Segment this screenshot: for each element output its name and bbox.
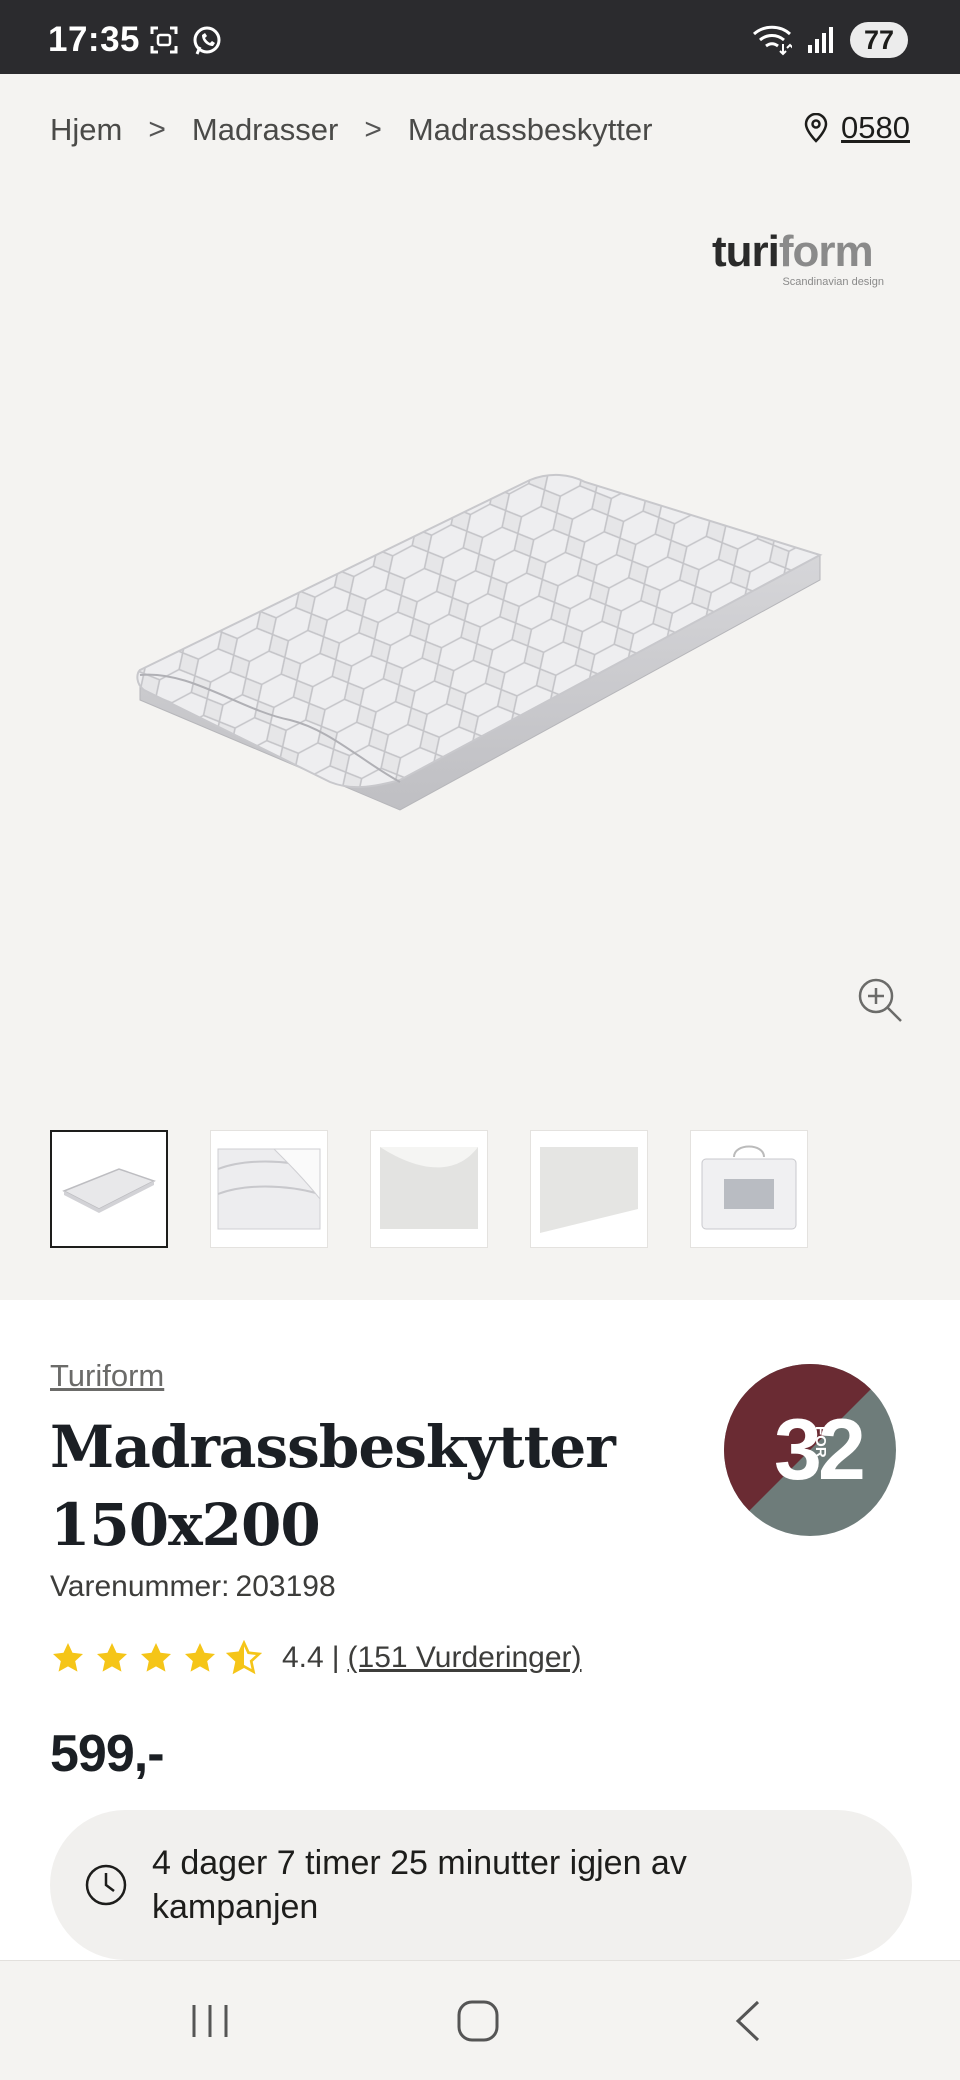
rating-divider: | <box>331 1641 340 1674</box>
brand-logo-tagline: Scandinavian design <box>782 276 884 288</box>
recent-apps-button[interactable] <box>180 1991 240 2051</box>
sku-label: Varenummer: <box>50 1570 230 1603</box>
sku: Varenummer: 203198 <box>50 1570 336 1604</box>
rating-value: 4.4 <box>282 1641 324 1674</box>
recent-apps-icon <box>192 2005 228 2037</box>
status-icons-right: 77 <box>752 22 908 58</box>
star-icon <box>97 1643 127 1672</box>
promo-big-right: 2 <box>818 1402 866 1498</box>
breadcrumb-current[interactable]: Madrassbeskytter <box>408 112 653 148</box>
breadcrumb-home[interactable]: Hjem <box>50 112 122 148</box>
home-button[interactable] <box>448 1991 508 2051</box>
thumbnail-5[interactable] <box>690 1130 808 1248</box>
whatsapp-icon <box>193 26 221 55</box>
status-bar: 17:35 77 <box>0 0 960 74</box>
thumbnail-3[interactable] <box>370 1130 488 1248</box>
rating-stars <box>50 1640 262 1676</box>
product-title: Madrassbeskytter 150x200 <box>50 1413 616 1559</box>
home-icon <box>457 2000 499 2042</box>
thumbnail-4[interactable] <box>530 1130 648 1248</box>
status-time: 17:35 <box>48 20 141 59</box>
breadcrumb-separator: > <box>364 113 382 146</box>
star-half-icon <box>226 1640 262 1675</box>
thumbnail-package-image <box>701 1145 797 1230</box>
store-selector[interactable]: 0580 <box>803 110 910 146</box>
sku-value: 203198 <box>235 1570 336 1603</box>
thumbnail-2[interactable] <box>210 1130 328 1248</box>
price: 599,- <box>50 1725 165 1783</box>
campaign-countdown: 4 dager 7 timer 25 minutter igjen av kam… <box>50 1810 912 1960</box>
product-info-panel: Turiform Madrassbeskytter 150x200 Varenu… <box>0 1300 960 1960</box>
android-nav-bar <box>0 1960 960 2080</box>
clock-icon <box>85 1864 127 1906</box>
back-icon <box>735 2000 760 2042</box>
promo-badge-3-for-2: 3 FOR 2 <box>724 1364 896 1536</box>
status-icons-left <box>148 24 224 58</box>
thumbnail-detail-image <box>217 1148 321 1230</box>
back-button[interactable] <box>718 1991 778 2051</box>
store-code[interactable]: 0580 <box>841 110 910 146</box>
thumbnail-mattress-image <box>62 1168 156 1213</box>
screenshot-icon <box>150 26 178 54</box>
zoom-in-icon[interactable] <box>856 976 904 1024</box>
brand-link[interactable]: Turiform <box>50 1358 164 1394</box>
thumbnail-1[interactable] <box>50 1130 168 1248</box>
reviews-link[interactable]: (151 Vurderinger) <box>348 1641 582 1675</box>
battery-indicator: 77 <box>850 22 908 58</box>
brand-logo: turiform Scandinavian design <box>712 227 892 289</box>
thumbnail-fabric-image <box>540 1147 638 1233</box>
star-icon <box>185 1643 215 1672</box>
thumbnail-corner-image <box>380 1147 478 1229</box>
star-icon <box>141 1643 171 1672</box>
breadcrumb-separator: > <box>148 113 166 146</box>
brand-logo-word: turiform <box>712 227 874 276</box>
rating-row: 4.4 | (151 Vurderinger) <box>50 1640 582 1676</box>
breadcrumb-madrasser[interactable]: Madrasser <box>192 112 338 148</box>
product-image[interactable] <box>130 460 830 820</box>
breadcrumb: Hjem > Madrasser > Madrassbeskytter <box>50 112 652 148</box>
wifi-icon <box>752 25 792 56</box>
countdown-text: 4 dager 7 timer 25 minutter igjen av kam… <box>152 1844 687 1926</box>
star-icon <box>53 1643 83 1672</box>
location-pin-icon <box>804 113 828 143</box>
thumbnail-strip <box>50 1130 808 1248</box>
signal-icon <box>808 27 833 53</box>
